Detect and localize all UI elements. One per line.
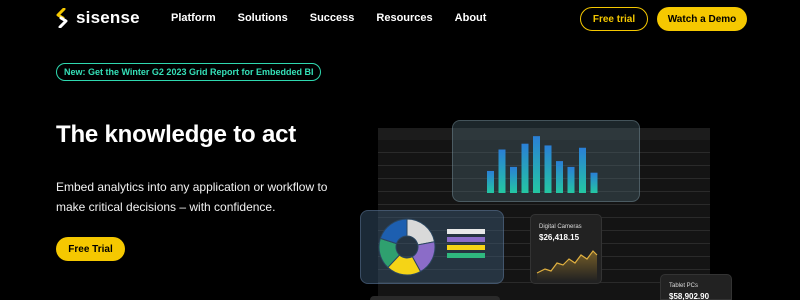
bar — [521, 143, 529, 193]
digital-cameras-card: Digital Cameras $26,418.15 — [530, 214, 602, 284]
tablets-value: $58,902.90 — [669, 292, 710, 300]
bar — [498, 149, 506, 193]
free-trial-nav-button[interactable]: Free trial — [580, 7, 648, 31]
bar — [590, 172, 598, 193]
cameras-line-chart — [536, 250, 598, 281]
announcement-banner[interactable]: New: Get the Winter G2 2023 Grid Report … — [56, 63, 322, 81]
logo-text: sisense — [76, 8, 140, 27]
bar — [510, 166, 517, 193]
bar — [544, 145, 552, 193]
bar — [487, 170, 494, 193]
legend-bars — [447, 229, 485, 258]
free-trial-hero-button[interactable]: Free Trial — [56, 237, 125, 261]
menu-item-platform[interactable]: Platform — [171, 12, 216, 24]
sisense-logo-icon — [56, 8, 68, 28]
menu-item-resources[interactable]: Resources — [376, 12, 432, 24]
menu-item-about[interactable]: About — [455, 12, 487, 24]
bar-chart-card — [452, 120, 640, 202]
menu-item-solutions[interactable]: Solutions — [238, 12, 288, 24]
legend-bar-yellow — [447, 245, 485, 250]
menu-item-success[interactable]: Success — [310, 12, 355, 24]
bar-chart — [487, 136, 598, 193]
pie-chart-card — [360, 210, 504, 284]
bottom-card-edge — [370, 296, 500, 300]
hero-headline: The knowledge to act — [56, 121, 297, 148]
tablets-label: Tablet PCs — [669, 283, 699, 289]
main-menu: Platform Solutions Success Resources Abo… — [171, 12, 486, 24]
bar — [533, 136, 540, 193]
watch-demo-button[interactable]: Watch a Demo — [657, 7, 747, 31]
legend-bar-white — [447, 229, 485, 234]
legend-bar-green — [447, 253, 485, 258]
cameras-area — [537, 251, 597, 281]
bar — [579, 147, 586, 193]
tablet-pcs-card: Tablet PCs $58,902.90 — [660, 274, 732, 300]
hero-subline: Embed analytics into any application or … — [56, 180, 328, 214]
table-row-line — [378, 204, 710, 205]
bar — [567, 166, 575, 193]
legend-bar-purple — [447, 237, 485, 242]
bar — [556, 161, 563, 193]
sisense-logo[interactable]: sisense — [54, 8, 140, 28]
top-nav: sisense Platform Solutions Success Resou… — [0, 0, 800, 38]
